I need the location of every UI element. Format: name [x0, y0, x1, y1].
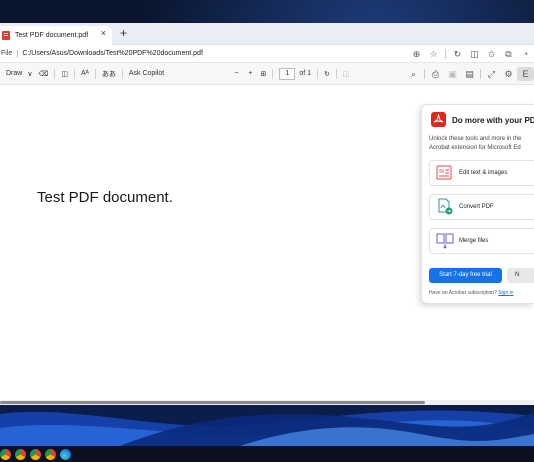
save-as-icon[interactable]: ▤ — [461, 69, 478, 80]
browser-window: Test PDF document.pdf × + File | C:/User… — [0, 23, 534, 405]
divider — [74, 68, 75, 79]
no-thanks-button[interactable]: N — [507, 268, 534, 283]
page-number-input[interactable]: 1 — [279, 67, 296, 80]
two-page-view-icon[interactable]: ◫ — [343, 70, 350, 78]
close-tab-icon[interactable]: × — [101, 28, 106, 38]
acrobat-logo-icon — [431, 112, 446, 127]
start-free-trial-button[interactable]: Start 7-day free trial — [429, 268, 502, 283]
acrobat-flyout: Do more with your PDF Unlock these tools… — [421, 104, 534, 304]
divider — [94, 68, 96, 79]
page-total-label: of 1 — [299, 70, 311, 77]
document-text: Test PDF document. — [37, 189, 173, 206]
subscription-prompt: Have an Acrobat subscription? — [429, 290, 497, 296]
tab-bar: Test PDF document.pdf × + — [0, 23, 534, 45]
divider — [480, 69, 481, 79]
divider — [272, 68, 274, 79]
tool-label: Convert PDF — [459, 204, 494, 210]
tab-pdf-document[interactable]: Test PDF document.pdf × — [0, 26, 112, 45]
fit-page-icon[interactable]: ⊞ — [260, 70, 266, 78]
page-view-icon[interactable]: ◫ — [61, 70, 68, 78]
split-screen-icon[interactable]: ◫ — [466, 49, 483, 60]
edit-text-images-tool[interactable]: Edit text & images — [429, 160, 534, 186]
merge-files-icon — [435, 232, 455, 250]
convert-pdf-tool[interactable]: Convert PDF — [429, 194, 534, 220]
tab-title: Test PDF document.pdf — [15, 32, 89, 39]
copilot-icon[interactable]: ◔ — [517, 49, 534, 59]
chrome-icon[interactable] — [0, 448, 11, 460]
convert-pdf-icon — [435, 198, 455, 216]
divider — [335, 68, 337, 79]
zoom-in-button[interactable]: + — [248, 70, 252, 77]
address-separator: | — [16, 49, 19, 58]
favorite-star-icon[interactable]: ☆ — [425, 49, 442, 60]
divider — [445, 49, 446, 59]
rotate-icon[interactable]: ↻ — [324, 70, 330, 78]
new-tab-button[interactable]: + — [120, 26, 127, 40]
file-scheme-label: File — [1, 50, 13, 57]
flyout-description-line: Unlock these tools and more in the — [429, 136, 522, 142]
divider — [54, 68, 56, 79]
translate-button[interactable]: ああ — [102, 69, 116, 79]
edit-text-images-icon — [435, 164, 455, 182]
eraser-icon[interactable]: ⌫ — [38, 70, 48, 78]
print-icon[interactable]: ⎙ — [427, 69, 444, 80]
fullscreen-icon[interactable]: ⤢ — [483, 69, 500, 80]
flyout-description-line: Acrobat extension for Microsoft Ed — [429, 145, 521, 151]
divider — [121, 68, 123, 79]
read-aloud-button[interactable]: Aᴬ — [81, 70, 89, 77]
search-icon[interactable]: ⌕ — [405, 69, 422, 80]
taskbar — [0, 446, 534, 462]
refresh-icon[interactable]: ↻ — [449, 49, 466, 60]
address-bar-actions: ⊕ ☆ ↻ ◫ ✩ ⧉ ◔ — [408, 45, 534, 63]
flyout-footer: Have an Acrobat subscription? Sign in — [429, 290, 514, 296]
chrome-icon[interactable] — [30, 448, 41, 460]
flyout-title: Do more with your PDF — [452, 116, 534, 125]
zoom-icon[interactable]: ⊕ — [408, 49, 425, 60]
pdf-toolbar-right-actions: ⌕ ⎙ ▣ ▤ ⤢ ⚙ E — [405, 63, 534, 85]
divider — [317, 68, 318, 79]
sign-in-link[interactable]: Sign in — [498, 290, 513, 296]
settings-icon[interactable]: ⚙ — [500, 69, 517, 80]
horizontal-scrollbar-thumb[interactable] — [0, 401, 425, 404]
tool-label: Merge files — [459, 238, 489, 244]
pdf-file-icon — [2, 31, 10, 40]
acrobat-extension-button[interactable]: E — [517, 67, 534, 81]
address-url[interactable]: C:/Users/Asus/Downloads/Test%20PDF%20doc… — [22, 50, 203, 57]
ask-copilot-button[interactable]: Ask Copilot — [129, 70, 164, 77]
collections-icon[interactable]: ⧉ — [500, 49, 517, 60]
pdf-toolbar: Draw ∨ ⌫ ◫ Aᴬ ああ Ask Copilot − + ⊞ 1 of … — [0, 63, 534, 85]
address-bar[interactable]: File | C:/Users/Asus/Downloads/Test%20PD… — [0, 45, 534, 63]
save-icon[interactable]: ▣ — [444, 69, 461, 80]
edge-icon[interactable] — [60, 448, 71, 460]
wallpaper-waves — [0, 404, 534, 446]
chrome-icon[interactable] — [15, 448, 26, 460]
zoom-out-button[interactable]: − — [234, 70, 238, 77]
chevron-down-icon: ∨ — [27, 70, 33, 78]
flyout-description: Unlock these tools and more in the Acrob… — [429, 135, 534, 153]
divider — [424, 69, 425, 79]
draw-button[interactable]: Draw ∨ — [6, 70, 32, 78]
draw-label: Draw — [6, 70, 23, 77]
favorites-icon[interactable]: ✩ — [483, 49, 500, 60]
chrome-icon[interactable] — [45, 448, 56, 460]
tool-label: Edit text & images — [459, 170, 508, 176]
merge-files-tool[interactable]: Merge files — [429, 228, 534, 254]
